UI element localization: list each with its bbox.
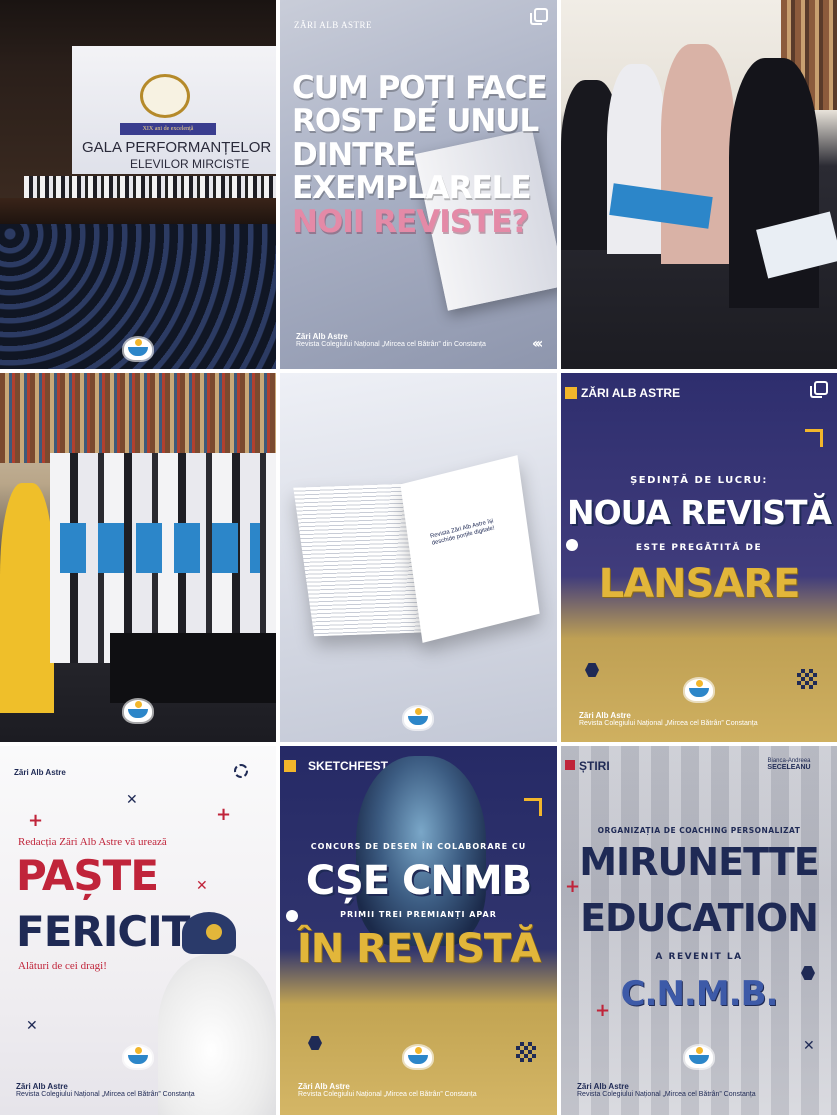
stage-banner-subtitle: ELEVILOR MIRCIȘTE [130,157,250,169]
paste-brand: Zări Alb Astre [14,768,66,777]
paste-greeting: Redacția Zări Alb Astre vă urează [18,836,167,848]
post-paste-fericit[interactable]: Zări Alb Astre ✕ + + Redacția Zări Alb A… [0,746,276,1115]
stiri-footer-name: Zări Alb Astre [577,1082,629,1091]
promo-footer: Zări Alb Astre Revista Colegiului Națion… [296,332,536,348]
sedinta-kicker: ȘEDINȚĂ DE LUCRU: [630,475,768,486]
students-on-stage [24,176,276,198]
checker-pattern-icon [516,1042,536,1062]
red-square-accent [565,760,575,770]
stiri-headline-line-2: EDUCATION [580,896,819,940]
sedinta-brand: ZĂRI ALB ASTRE [581,386,681,400]
sketchfest-footer-name: Zări Alb Astre [298,1082,350,1091]
table-front [110,633,276,703]
sketchfest-footer: Zări Alb Astre Revista Colegiului Națion… [298,1082,548,1098]
hexagon-icon [308,1036,322,1050]
stage-ribbon: XIX ani de excelență [120,123,216,135]
plus-icon: + [28,810,44,831]
plus-icon: + [595,1000,611,1021]
paste-footer: Zări Alb Astre Revista Colegiului Națion… [16,1082,266,1098]
sketchfest-kicker: CONCURS DE DESEN ÎN COLABORARE CU [310,842,527,851]
library-shelves [0,373,276,463]
stage-banner-title: GALA PERFORMANȚELOR [82,139,272,156]
stage-floor [0,198,276,224]
post-sedinta-de-lucru[interactable]: ZĂRI ALB ASTRE ȘEDINȚĂ DE LUCRU: NOUA RE… [561,373,837,742]
sedinta-footer-sub: Revista Colegiului Național „Mircea cel … [579,720,758,727]
dashed-circle-icon [234,764,248,778]
paste-line-1: PAȘTE [16,851,159,900]
magazine-logo-icon [404,1046,432,1068]
magazine-logo-icon [124,1046,152,1068]
stiri-kicker: ORGANIZAȚIA DE COACHING PERSONALIZAT [597,826,801,835]
student-figure-3 [661,44,735,264]
stiri-headline-line-1: MIRUNETTE [579,840,820,884]
multiple-posts-icon [810,381,828,398]
cross-icon: ✕ [803,1038,815,1054]
checker-pattern-icon [797,669,817,689]
teacher-yellow-jacket [0,483,54,713]
paste-footer-name: Zări Alb Astre [16,1082,68,1091]
paste-tagline: Alături de cei dragi! [18,960,107,972]
promo-brand: ZĂRI ALB ASTRE [294,20,373,30]
stiri-footer: Zări Alb Astre Revista Colegiului Națion… [577,1082,827,1098]
promo-headline: CUM POȚI FACE ROST DE UNUL DINTRE EXEMPL… [292,70,552,240]
magazine-logo-icon [404,707,432,729]
post-sketchfest[interactable]: SKETCHFEST CONCURS DE DESEN ÎN COLABORAR… [280,746,557,1115]
cross-icon: ✕ [196,878,208,894]
sketchfest-headline: CȘE CNMB [305,858,532,904]
stiri-author-last: SECELEANU [767,764,811,771]
stiri-sub: A REVENIT LA [655,952,743,962]
square-accent [565,387,577,399]
hexagon-icon [585,663,599,677]
profile-post-grid: XIX ani de excelență GALA PERFORMANȚELOR… [0,0,837,1115]
promo-headline-line-3: DINTRE [292,136,416,173]
post-cum-poti-face-rost[interactable]: ZĂRI ALB ASTRE CUM POȚI FACE ROST DE UNU… [280,0,557,369]
plus-icon: + [565,876,581,897]
stiri-footer-sub: Revista Colegiului Național „Mircea cel … [577,1091,756,1098]
square-accent [284,760,296,772]
sedinta-headline: NOUA REVISTĂ [566,493,832,532]
sketchfest-brand: SKETCHFEST [308,759,389,773]
sketchfest-sub: PRIMII TREI PREMIANȚI APAR [340,910,497,919]
promo-headline-line-2: ROST DE UNUL [292,103,539,140]
student-figure-2 [607,64,667,254]
promo-headline-line-4: EXEMPLARELE [292,170,532,207]
cross-icon: ✕ [26,1018,38,1034]
post-group-photo[interactable] [0,373,276,742]
chevrons-icon: ‹‹‹ [532,336,543,352]
stage-emblem [140,74,190,118]
post-students-reading-photo[interactable] [561,0,837,369]
sedinta-footer: Zări Alb Astre Revista Colegiului Națion… [579,711,829,727]
multiple-posts-icon [530,8,548,25]
plus-icon: + [216,804,232,825]
paste-footer-sub: Revista Colegiului Național „Mircea cel … [16,1091,195,1098]
promo-footer-name: Zări Alb Astre [296,332,348,341]
magazine-right-page [400,455,540,643]
magazine-logo-icon [685,1046,713,1068]
cross-icon: ✕ [126,792,138,808]
promo-footer-sub: Revista Colegiului Național „Mircea cel … [296,341,486,348]
post-magazine-spread[interactable]: Revista Zări Alb Astre își deschide porț… [280,373,557,742]
bunny-badge [206,924,222,940]
magazines-held [60,523,260,573]
magazine-logo-icon [124,700,152,722]
post-stiri-mirunette[interactable]: ȘTIRI Bianca-Andreea SECELEANU ORGANIZAȚ… [561,746,837,1115]
paste-line-2: FERICIT [16,907,190,956]
magazine-logo-icon [685,679,713,701]
stiri-author: Bianca-Andreea SECELEANU [749,758,829,771]
corner-lines-icon [524,798,542,816]
sedinta-footer-name: Zări Alb Astre [579,711,631,720]
corner-lines-icon [805,429,823,447]
post-gala-photo[interactable]: XIX ani de excelență GALA PERFORMANȚELOR… [0,0,276,369]
magazine-logo-icon [124,338,152,360]
promo-headline-line-1: CUM POȚI FACE [292,70,548,106]
sketchfest-footer-sub: Revista Colegiului Național „Mircea cel … [298,1091,477,1098]
sedinta-highlight: LANSARE [598,561,801,607]
stiri-brand: ȘTIRI [579,759,610,773]
sketchfest-highlight: ÎN REVISTĂ [296,926,541,972]
sedinta-sub: ESTE PREGĂTITĂ DE [635,543,763,553]
promo-headline-highlight: NOII REVISTE? [292,203,529,240]
